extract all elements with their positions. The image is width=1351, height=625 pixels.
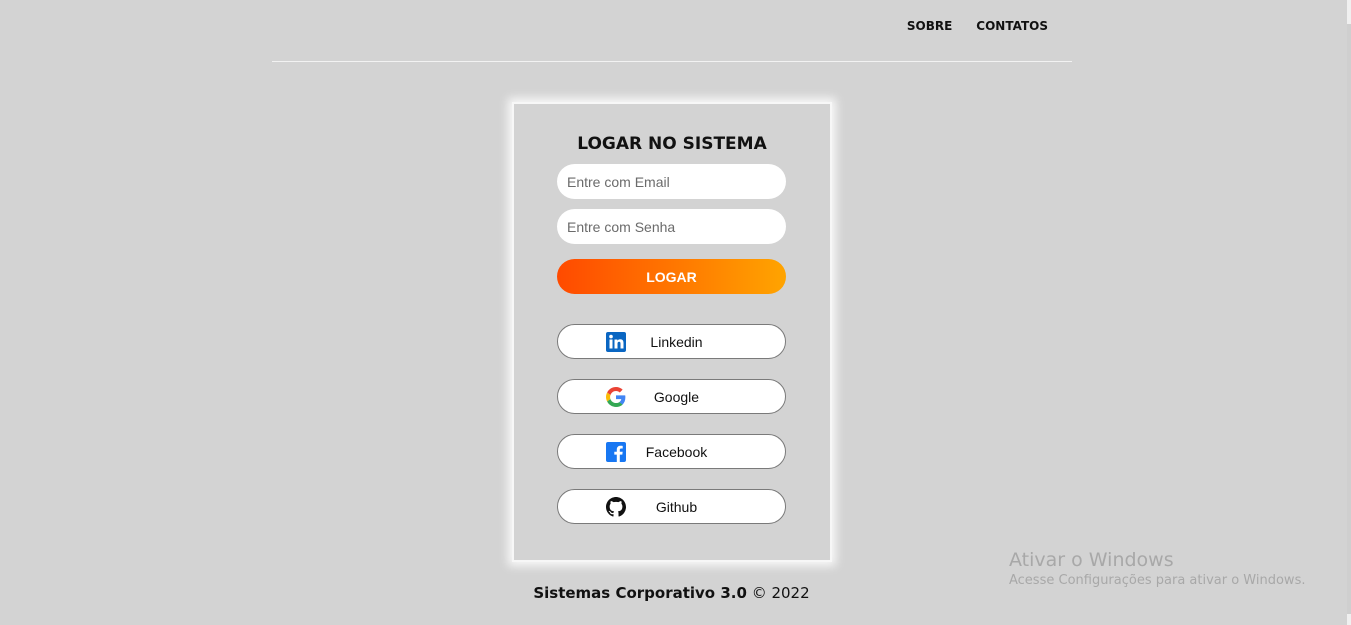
github-label: Github: [655, 499, 698, 515]
top-navigation: SOBRE CONTATOS: [272, 0, 1072, 62]
login-card: LOGAR NO SISTEMA LOGAR Linkedin Google F…: [512, 102, 832, 562]
github-login-button[interactable]: Github: [557, 489, 786, 524]
footer-copyright: © 2022: [751, 584, 810, 602]
google-login-button[interactable]: Google: [557, 379, 786, 414]
facebook-login-button[interactable]: Facebook: [557, 434, 786, 469]
nav-links: SOBRE CONTATOS: [907, 19, 1048, 33]
password-input[interactable]: [557, 209, 786, 244]
linkedin-label: Linkedin: [650, 334, 703, 350]
watermark-title: Ativar o Windows: [1009, 549, 1174, 571]
footer-brand: Sistemas Corporativo 3.0: [533, 584, 747, 602]
linkedin-login-button[interactable]: Linkedin: [557, 324, 786, 359]
nav-link-sobre[interactable]: SOBRE: [907, 19, 952, 33]
vertical-scrollbar[interactable]: [1347, 0, 1351, 625]
email-input[interactable]: [557, 164, 786, 199]
login-button[interactable]: LOGAR: [557, 259, 786, 294]
login-title: LOGAR NO SISTEMA: [577, 134, 767, 154]
watermark-subtitle: Acesse Configurações para ativar o Windo…: [1009, 573, 1306, 588]
nav-link-contatos[interactable]: CONTATOS: [976, 19, 1048, 33]
facebook-label: Facebook: [645, 444, 708, 460]
google-label: Google: [653, 389, 700, 405]
windows-activation-watermark: Ativar o Windows Acesse Configurações pa…: [1009, 549, 1305, 588]
scrollbar-thumb[interactable]: [1347, 24, 1351, 614]
